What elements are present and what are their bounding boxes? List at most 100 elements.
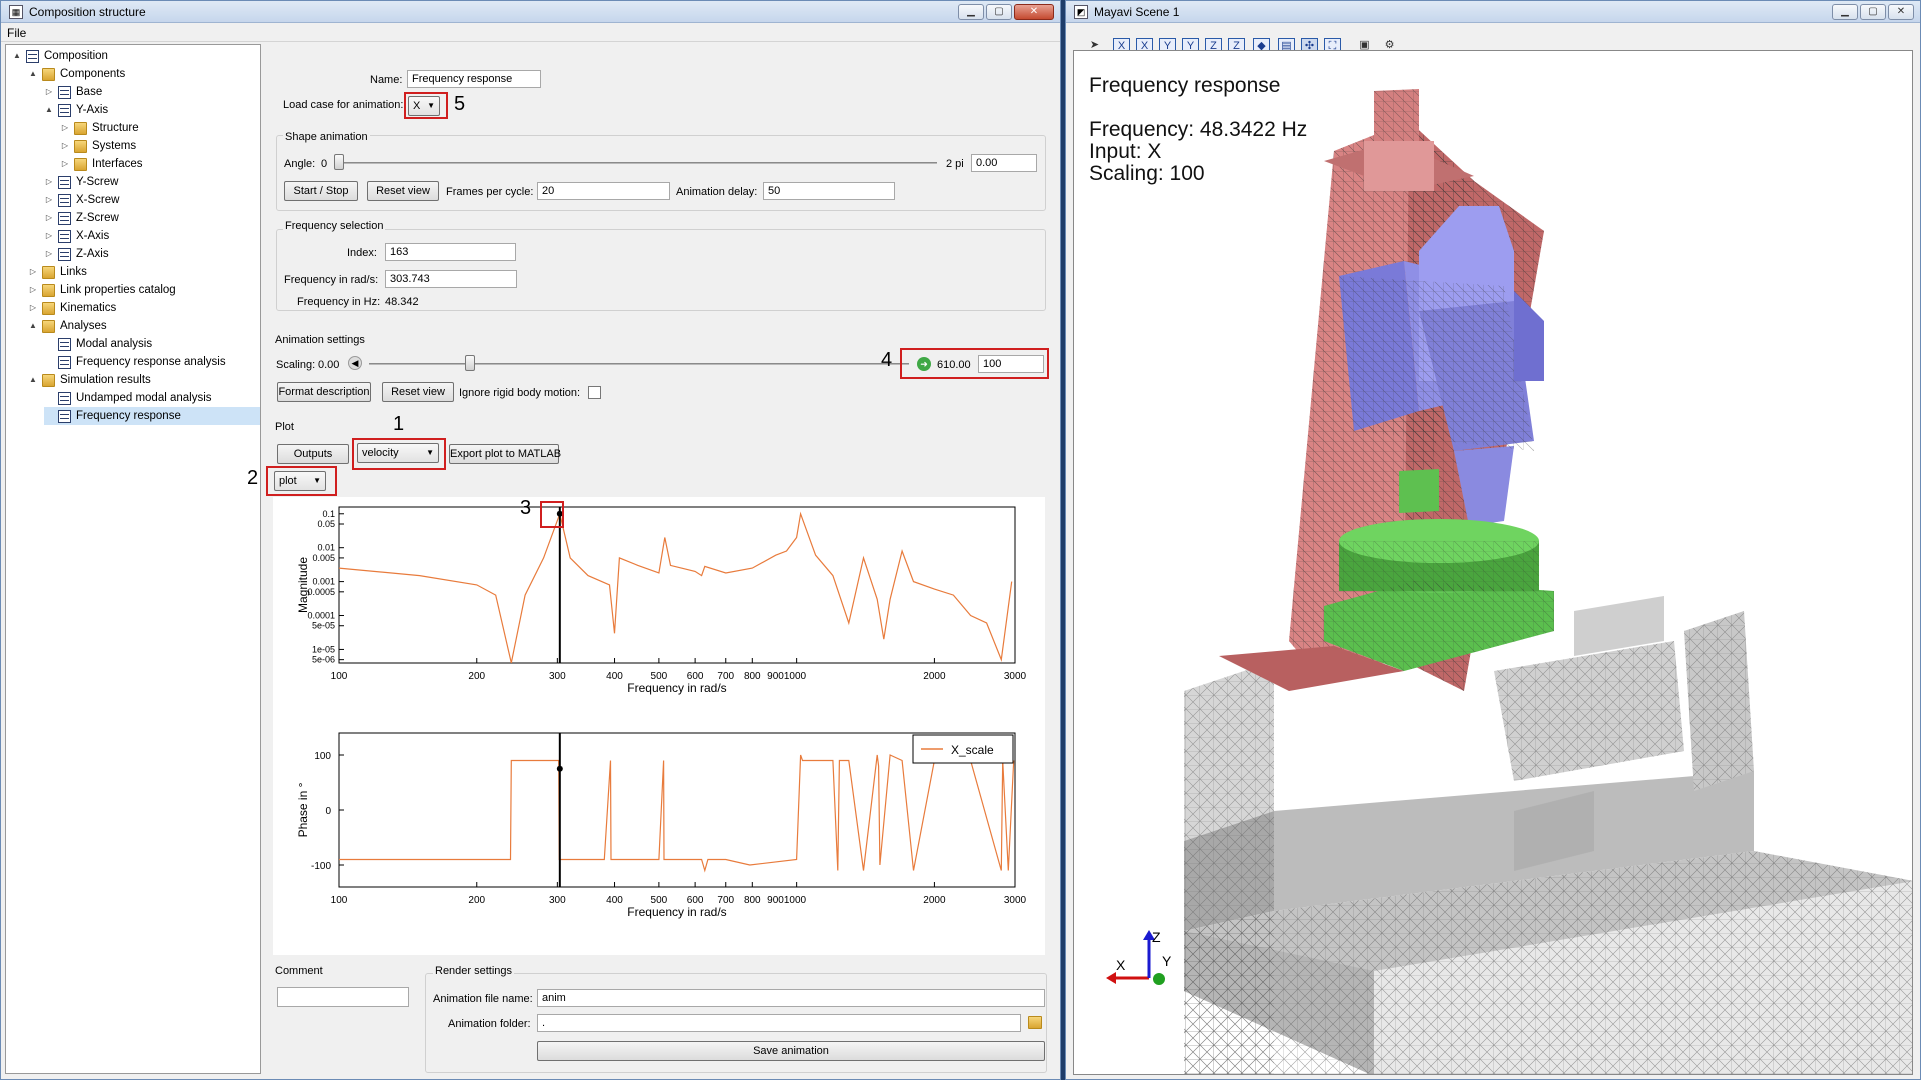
mayavi-viewport[interactable]: Frequency response Frequency: 48.3422 Hz… (1073, 50, 1913, 1075)
expand-arrow-icon[interactable]: ▷ (44, 173, 54, 191)
expand-arrow-icon[interactable]: ▲ (28, 317, 38, 335)
tree-item-label: Kinematics (60, 302, 117, 314)
component-icon (58, 85, 71, 99)
tree-item[interactable]: ▷ X-Screw (44, 191, 260, 209)
tree-item[interactable]: Frequency response (44, 407, 260, 425)
y-axis-arrow (1153, 973, 1165, 985)
tree-item-label: X-Screw (76, 194, 120, 206)
scaling-slider-thumb[interactable] (465, 355, 475, 371)
tree-item[interactable]: ▷ Kinematics (28, 299, 260, 317)
reset-view-button-2[interactable]: Reset view (382, 382, 454, 402)
tree-item-label: Link properties catalog (60, 284, 176, 296)
tree-item[interactable]: ▷ Base (44, 83, 260, 101)
fpc-input[interactable]: 20 (537, 182, 670, 200)
folder-icon (74, 157, 87, 171)
tree-item-label: Structure (92, 122, 139, 134)
tree-item[interactable]: ▲ Composition (12, 47, 260, 65)
save-animation-button[interactable]: Save animation (537, 1041, 1045, 1061)
index-spinbox[interactable]: 163 (385, 243, 516, 261)
reset-view-button[interactable]: Reset view (367, 181, 439, 201)
folder-icon (42, 265, 55, 279)
expand-arrow-icon[interactable]: ▲ (28, 371, 38, 389)
maximize-button[interactable]: ▢ (986, 4, 1012, 20)
start-stop-button[interactable]: Start / Stop (284, 181, 358, 201)
expand-arrow-icon[interactable]: ▲ (12, 47, 22, 65)
tree-item[interactable]: ▷ Y-Screw (44, 173, 260, 191)
tree-item[interactable]: ▷ X-Axis (44, 227, 260, 245)
component-icon (58, 337, 71, 351)
tree-item[interactable]: ▷ Links (28, 263, 260, 281)
tree-item[interactable]: ▷ Structure (60, 119, 260, 137)
angle-input[interactable]: 0.00 (971, 154, 1037, 172)
name-input[interactable]: Frequency response (407, 70, 541, 88)
x-tick-label: 800 (744, 671, 761, 682)
minimize-button[interactable]: ▁ (958, 4, 984, 20)
component-icon (26, 49, 39, 63)
mayavi-minimize-button[interactable]: ▁ (1832, 4, 1858, 20)
export-matlab-button[interactable]: Export plot to MATLAB (449, 444, 561, 464)
tree-item[interactable]: Frequency response analysis (44, 353, 260, 371)
composition-window: ▦ Composition structure ▁ ▢ ✕ File ▲ Compos… (0, 0, 1061, 1080)
anim-file-input[interactable]: anim (537, 989, 1045, 1007)
expand-arrow-icon[interactable]: ▷ (28, 263, 38, 281)
x-tick-label: 3000 (1004, 895, 1027, 906)
close-button[interactable]: ✕ (1014, 4, 1054, 20)
mayavi-maximize-button[interactable]: ▢ (1860, 4, 1886, 20)
component-icon (58, 193, 71, 207)
tree-item-label: Frequency response analysis (76, 356, 226, 368)
tree-item[interactable]: ▲ Simulation results (28, 371, 260, 389)
tree-item[interactable]: ▷ Z-Screw (44, 209, 260, 227)
mayavi-close-button[interactable]: ✕ (1888, 4, 1914, 20)
rad-input[interactable]: 303.743 (385, 270, 517, 288)
expand-arrow-icon[interactable]: ▷ (44, 191, 54, 209)
tree-item[interactable]: ▷ Systems (60, 137, 260, 155)
expand-arrow-icon[interactable]: ▲ (44, 101, 54, 119)
browse-folder-icon[interactable] (1028, 1016, 1042, 1029)
y-axis-label: Phase in ° (296, 782, 310, 837)
tree-item[interactable]: ▲ Components (28, 65, 260, 83)
expand-arrow-icon[interactable]: ▷ (28, 281, 38, 299)
angle-slider-thumb[interactable] (334, 154, 344, 170)
ignore-rigid-checkbox[interactable] (588, 386, 601, 399)
expand-arrow-icon[interactable]: ▷ (60, 137, 70, 155)
outputs-button[interactable]: Outputs (277, 444, 349, 464)
scaling-slider-track[interactable] (369, 363, 909, 365)
app-icon: ▦ (9, 4, 23, 19)
x-axis-label: Frequency in rad/s (627, 681, 726, 695)
format-description-button[interactable]: Format description (277, 382, 371, 402)
delay-input[interactable]: 50 (763, 182, 895, 200)
tree-item[interactable]: ▷ Link properties catalog (28, 281, 260, 299)
tree-item[interactable]: Modal analysis (44, 335, 260, 353)
expand-arrow-icon[interactable]: ▲ (28, 65, 38, 83)
y-axis-label: Magnitude (296, 557, 310, 613)
expand-arrow-icon[interactable]: ▷ (44, 209, 54, 227)
angle-slider-track[interactable] (335, 162, 937, 164)
menu-file[interactable]: File (7, 26, 26, 40)
comment-input[interactable] (277, 987, 409, 1007)
x-tick-label: 9001000 (767, 895, 806, 906)
anim-folder-label: Animation folder: (448, 1018, 531, 1030)
expand-arrow-icon[interactable]: ▷ (28, 299, 38, 317)
tree-item[interactable]: Undamped modal analysis (44, 389, 260, 407)
expand-arrow-icon[interactable]: ▷ (60, 119, 70, 137)
frequency-response-plots[interactable]: 100 200 300 400 500 600 700 800 9001000 2000 30000… (273, 497, 1045, 955)
marker-2: 2 (247, 467, 259, 489)
y-tick-label: -100 (311, 861, 331, 872)
composition-tree[interactable]: ▲ Composition ▲ Components ▷ Base ▲ Y-Axis ▷ Stru… (5, 44, 261, 1074)
tree-item[interactable]: ▲ Analyses (28, 317, 260, 335)
expand-arrow-icon[interactable]: ▷ (44, 83, 54, 101)
tree-item[interactable]: ▲ Y-Axis (44, 101, 260, 119)
x-axis-label: Frequency in rad/s (627, 905, 726, 919)
anim-folder-input[interactable]: . (537, 1014, 1021, 1032)
tree-item[interactable]: ▷ Z-Axis (44, 245, 260, 263)
expand-arrow-icon[interactable]: ▷ (44, 227, 54, 245)
x-tick-label: 200 (468, 671, 485, 682)
tree-item[interactable]: ▷ Interfaces (60, 155, 260, 173)
scaling-reset-icon[interactable]: ◀ (348, 356, 362, 370)
tree-item-label: Systems (92, 140, 137, 152)
orientation-axes: X Z Y (1106, 929, 1172, 985)
index-label: Index: (347, 247, 377, 259)
expand-arrow-icon[interactable]: ▷ (44, 245, 54, 263)
marker-5: 5 (454, 93, 466, 115)
expand-arrow-icon[interactable]: ▷ (60, 155, 70, 173)
